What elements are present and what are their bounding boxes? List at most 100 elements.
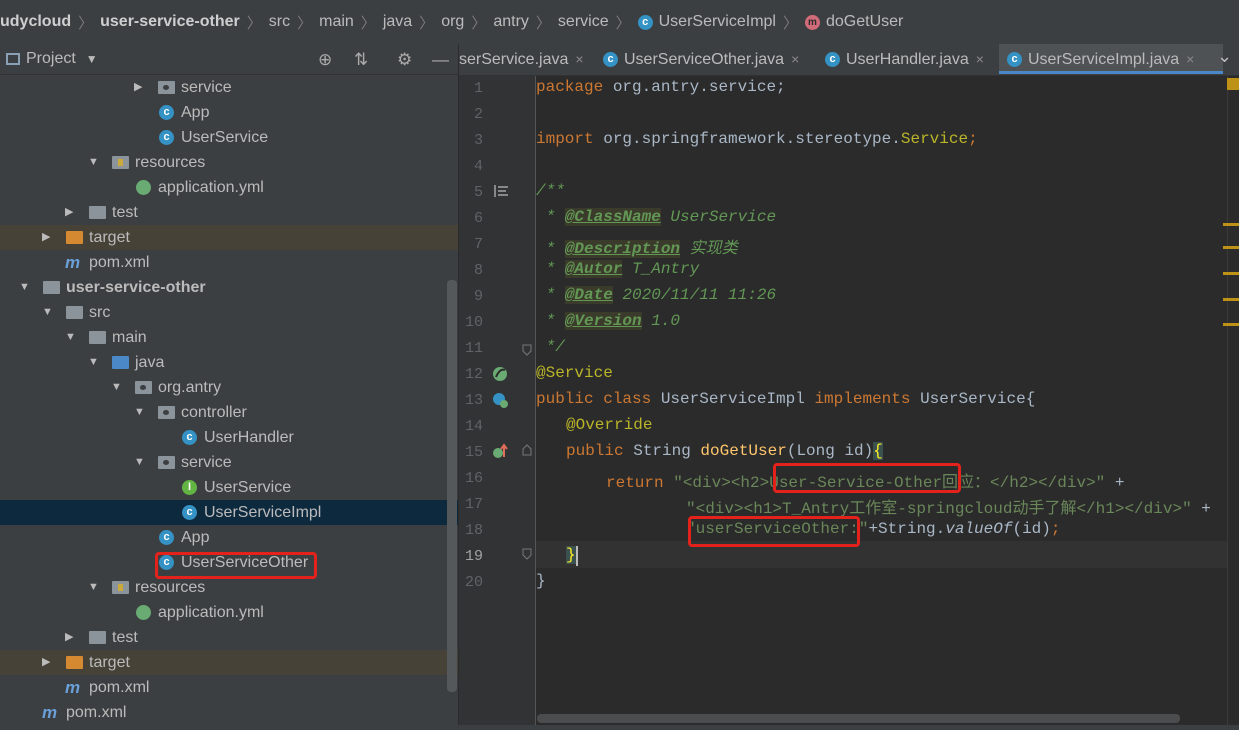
line-number: 6 — [473, 210, 483, 227]
tree-item-controller[interactable]: ▼ controller — [0, 400, 458, 425]
expanded-arrow-icon[interactable]: ▼ — [88, 575, 99, 600]
tree-item-target-2[interactable]: ▶ target — [0, 650, 458, 675]
tab-label: serService.java — [459, 51, 569, 68]
gear-icon[interactable]: ⚙ — [397, 50, 412, 70]
tree-item-app[interactable]: c App — [0, 100, 458, 125]
tree-item-org-antry[interactable]: ▼ org.antry — [0, 375, 458, 400]
locate-icon[interactable]: ⊕ — [318, 50, 332, 70]
maven-icon: m — [42, 703, 58, 722]
expanded-arrow-icon[interactable]: ▼ — [19, 275, 30, 300]
line-number: 10 — [464, 314, 483, 331]
breadcrumb-module[interactable]: user-service-other — [100, 13, 240, 31]
breadcrumb-separator: 〉 — [297, 14, 313, 32]
tree-item-service-pkg[interactable]: ▼ service — [0, 450, 458, 475]
tab-userserviceimpl[interactable]: c UserServiceImpl.java × — [999, 44, 1223, 74]
tree-item-pom[interactable]: m pom.xml — [0, 250, 458, 275]
warning-mark[interactable] — [1223, 246, 1239, 249]
resources-folder-icon — [112, 581, 129, 594]
breadcrumb-antry[interactable]: antry — [493, 13, 529, 31]
close-icon[interactable]: × — [1186, 51, 1194, 67]
warning-mark[interactable] — [1223, 323, 1239, 326]
expanded-arrow-icon[interactable]: ▼ — [111, 375, 122, 400]
tree-item-module-user-service-other[interactable]: ▼ user-service-other — [0, 275, 458, 300]
tree-item-main[interactable]: ▼ main — [0, 325, 458, 350]
breadcrumb-main[interactable]: main — [319, 13, 354, 31]
tree-item-userservice-interface[interactable]: I UserService — [0, 475, 458, 500]
warning-mark[interactable] — [1223, 298, 1239, 301]
implements-method-icon[interactable] — [491, 443, 509, 461]
minimize-icon[interactable]: — — [432, 50, 449, 70]
current-line-highlight — [536, 541, 1227, 568]
project-panel-title[interactable]: Project — [26, 50, 76, 68]
collapsed-arrow-icon[interactable]: ▶ — [42, 225, 50, 250]
collapsed-arrow-icon[interactable]: ▶ — [65, 625, 73, 650]
breadcrumb-src[interactable]: src — [269, 13, 290, 31]
tree-item-pom-2[interactable]: m pom.xml — [0, 675, 458, 700]
fold-marker-icon[interactable] — [522, 444, 532, 456]
code-line: "<div><h1>T_Antry工作室-springcloud动手了解</h1… — [686, 500, 1211, 518]
close-icon[interactable]: × — [791, 51, 799, 67]
code-line: @Override — [566, 416, 653, 434]
tree-item-resources[interactable]: ▼ resources — [0, 150, 458, 175]
tree-item-userservice[interactable]: c UserService — [0, 125, 458, 150]
tab-label: UserHandler.java — [846, 51, 969, 68]
expanded-arrow-icon[interactable]: ▼ — [65, 325, 76, 350]
spring-bean-icon[interactable] — [491, 391, 509, 409]
close-icon[interactable]: × — [976, 51, 984, 67]
excluded-folder-icon — [66, 231, 83, 244]
breadcrumb-class[interactable]: UserServiceImpl — [659, 13, 776, 31]
fold-doc-icon[interactable] — [494, 185, 508, 197]
tab-overflow-chevron-icon[interactable]: ⌄ — [1217, 46, 1232, 67]
tree-item-test[interactable]: ▶ test — [0, 200, 458, 225]
expanded-arrow-icon[interactable]: ▼ — [88, 350, 99, 375]
tree-item-application-yml[interactable]: application.yml — [0, 175, 458, 200]
tree-item-application-yml-2[interactable]: application.yml — [0, 600, 458, 625]
tree-item-userserviceimpl[interactable]: c UserServiceImpl — [0, 500, 458, 525]
collapsed-arrow-icon[interactable]: ▶ — [134, 75, 142, 100]
tree-item-service[interactable]: ▶ service — [0, 75, 458, 100]
tree-item-target[interactable]: ▶ target — [0, 225, 458, 250]
expanded-arrow-icon[interactable]: ▼ — [134, 400, 145, 425]
breadcrumb-service[interactable]: service — [558, 13, 609, 31]
tree-item-label: test — [112, 204, 138, 221]
line-number: 11 — [464, 340, 483, 357]
expanded-arrow-icon[interactable]: ▼ — [134, 450, 145, 475]
breadcrumb-separator: 〉 — [246, 14, 262, 32]
warning-mark[interactable] — [1223, 272, 1239, 275]
tree-item-label: target — [89, 229, 130, 246]
tab-userservice[interactable]: serService.java × — [459, 44, 584, 74]
collapsed-arrow-icon[interactable]: ▶ — [42, 650, 50, 675]
error-stripe[interactable] — [1227, 76, 1239, 726]
fold-marker-icon[interactable] — [522, 344, 532, 356]
spring-bean-icon[interactable] — [491, 365, 509, 383]
tree-item-label: pom.xml — [89, 679, 150, 696]
close-icon[interactable]: × — [575, 51, 583, 67]
expanded-arrow-icon[interactable]: ▼ — [42, 300, 53, 325]
class-icon: c — [159, 530, 174, 545]
tree-item-test-2[interactable]: ▶ test — [0, 625, 458, 650]
expanded-arrow-icon[interactable]: ▼ — [88, 150, 99, 175]
project-view-dropdown-icon[interactable]: ▼ — [86, 52, 98, 66]
tab-userserviceother[interactable]: c UserServiceOther.java × — [603, 44, 799, 74]
tree-item-root-pom[interactable]: m pom.xml — [0, 700, 458, 725]
breadcrumb-project[interactable]: udycloud — [0, 13, 71, 31]
tree-item-java[interactable]: ▼ java — [0, 350, 458, 375]
tree-item-app-2[interactable]: c App — [0, 525, 458, 550]
project-panel-header: Project ▼ ⊕ ⇅ ⚙ — — [0, 44, 458, 75]
tree-item-src[interactable]: ▼ src — [0, 300, 458, 325]
horizontal-scrollbar[interactable] — [537, 714, 1180, 723]
excluded-folder-icon — [66, 656, 83, 669]
breadcrumb-java[interactable]: java — [383, 13, 412, 31]
tab-userhandler[interactable]: c UserHandler.java × — [825, 44, 984, 74]
warning-indicator-icon[interactable] — [1227, 78, 1239, 90]
tree-item-userhandler[interactable]: c UserHandler — [0, 425, 458, 450]
collapsed-arrow-icon[interactable]: ▶ — [65, 200, 73, 225]
warning-mark[interactable] — [1223, 223, 1239, 226]
code-line: * @Description 实现类 — [536, 240, 738, 258]
breadcrumb-org[interactable]: org — [441, 13, 464, 31]
breadcrumb-method[interactable]: doGetUser — [826, 13, 903, 31]
fold-marker-icon[interactable] — [522, 548, 532, 560]
tree-item-label: application.yml — [158, 179, 264, 196]
tree-scrollbar[interactable] — [447, 280, 457, 692]
collapse-all-icon[interactable]: ⇅ — [354, 50, 368, 70]
